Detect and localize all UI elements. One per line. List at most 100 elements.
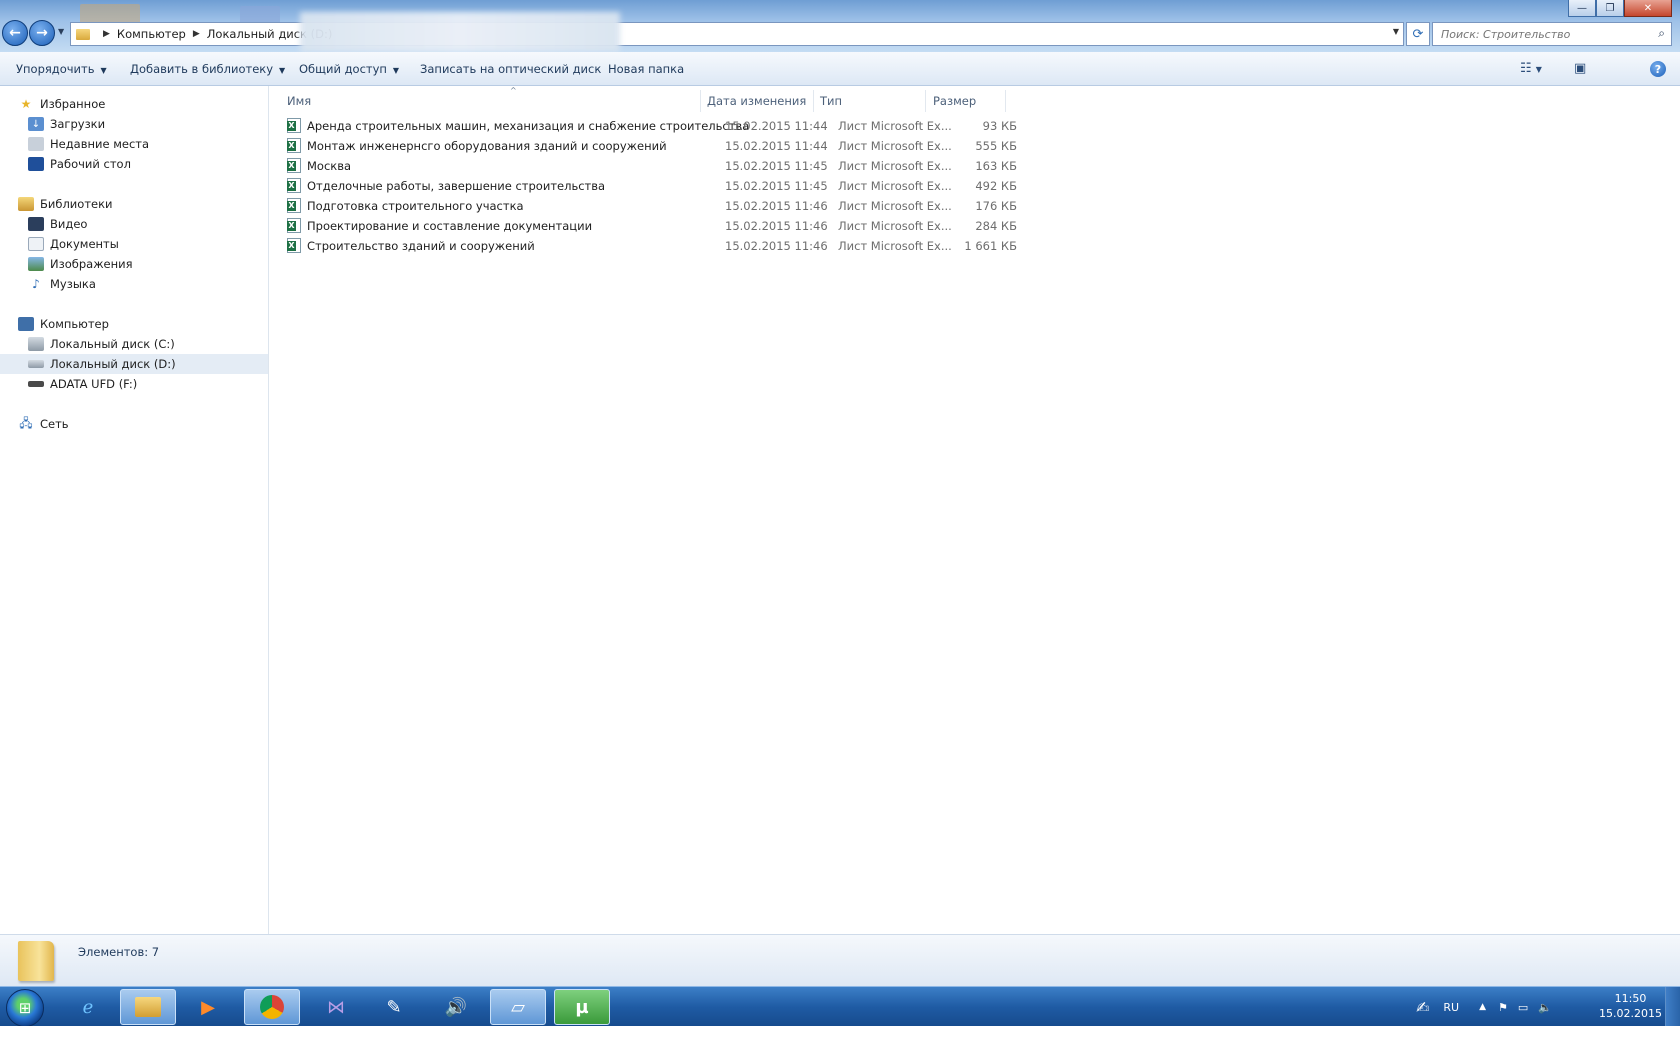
chevron-down-icon[interactable]: ▼: [1393, 27, 1399, 36]
visual-studio-icon[interactable]: ⋈: [308, 989, 364, 1025]
sidebar-favorites[interactable]: ★ Избранное: [18, 94, 106, 114]
add-to-library-button[interactable]: Добавить в библиотеку ▼: [130, 62, 285, 76]
network-icon: 🖧: [19, 415, 33, 430]
file-name: Отделочные работы, завершение строительс…: [307, 179, 606, 193]
file-name: Москва: [307, 159, 352, 173]
file-row[interactable]: Монтаж инженернсго оборудования зданий и…: [287, 136, 1087, 156]
close-button[interactable]: ✕: [1624, 0, 1672, 17]
organize-button[interactable]: Упорядочить ▼: [16, 62, 107, 76]
folder-icon: [18, 941, 54, 981]
sidebar-network[interactable]: 🖧 Сеть: [18, 414, 69, 434]
sidebar-item-disk-d[interactable]: Локальный диск (D:): [0, 354, 268, 374]
column-divider[interactable]: [925, 90, 926, 112]
pen-input-icon[interactable]: ✍: [1416, 998, 1429, 1017]
column-header-size[interactable]: Размер: [933, 90, 976, 112]
pictures-icon: [28, 257, 44, 271]
help-button[interactable]: ?: [1650, 61, 1666, 77]
start-button[interactable]: ⊞: [6, 989, 44, 1027]
sidebar-item-recent-places[interactable]: Недавние места: [28, 134, 149, 154]
sidebar-libraries[interactable]: Библиотеки: [18, 194, 113, 214]
file-type: Лист Microsoft Ex...: [838, 119, 952, 133]
utorrent-icon[interactable]: µ: [554, 989, 610, 1025]
chevron-right-icon[interactable]: ▶: [103, 29, 110, 39]
downloads-icon: ↓: [28, 117, 44, 131]
action-center-icon[interactable]: ⚑: [1498, 1001, 1508, 1014]
notepad-icon[interactable]: ✎: [366, 989, 422, 1025]
column-header-type[interactable]: Тип: [820, 90, 842, 112]
sidebar-computer[interactable]: Компьютер: [18, 314, 109, 334]
share-label: Общий доступ: [299, 62, 387, 76]
search-input[interactable]: [1439, 26, 1653, 42]
file-date: 15.02.2015 11:46: [725, 239, 828, 253]
chrome-icon[interactable]: [244, 989, 300, 1025]
app-icon[interactable]: ▱: [490, 989, 546, 1025]
column-divider[interactable]: [700, 90, 701, 112]
language-indicator[interactable]: RU: [1443, 1001, 1459, 1014]
excel-file-icon: [287, 238, 301, 253]
file-row[interactable]: Проектирование и составление документаци…: [287, 216, 1087, 236]
excel-file-icon: [287, 138, 301, 153]
internet-explorer-icon[interactable]: ℯ: [60, 989, 116, 1025]
usb-drive-icon: [28, 381, 44, 387]
sidebar-item-music[interactable]: ♪ Музыка: [28, 274, 96, 294]
maximize-button[interactable]: ❐: [1596, 0, 1624, 17]
sidebar-item-downloads[interactable]: ↓ Загрузки: [28, 114, 105, 134]
file-row[interactable]: Строительство зданий и сооружений 15.02.…: [287, 236, 1087, 256]
sidebar-item-label: Видео: [50, 217, 88, 231]
sidebar-item-label: Изображения: [50, 257, 133, 271]
minimize-button[interactable]: —: [1568, 0, 1596, 17]
column-header-date[interactable]: Дата изменения: [707, 90, 806, 112]
file-name: Аренда строительных машин, механизация и…: [307, 119, 750, 133]
search-icon[interactable]: ⌕: [1658, 26, 1665, 41]
file-date: 15.02.2015 11:44: [725, 119, 828, 133]
file-row[interactable]: Подготовка строительного участка 15.02.2…: [287, 196, 1087, 216]
clock-date: 15.02.2015: [1599, 1007, 1662, 1020]
file-row[interactable]: Отделочные работы, завершение строительс…: [287, 176, 1087, 196]
share-button[interactable]: Общий доступ ▼: [299, 62, 399, 76]
search-box[interactable]: ⌕: [1432, 22, 1672, 46]
file-size: 492 КБ: [975, 179, 1017, 193]
explorer-icon[interactable]: [120, 989, 176, 1025]
file-type: Лист Microsoft Ex...: [838, 139, 952, 153]
recent-pages-dropdown[interactable]: ▼: [58, 27, 64, 36]
organize-label: Упорядочить: [16, 62, 95, 76]
column-header-name[interactable]: Имя: [287, 90, 311, 112]
excel-file-icon: [287, 178, 301, 193]
hard-drive-icon: [28, 337, 44, 351]
sidebar-item-video[interactable]: Видео: [28, 214, 87, 234]
chevron-right-icon[interactable]: ▶: [193, 29, 200, 39]
file-row[interactable]: Москва 15.02.2015 11:45 Лист Microsoft E…: [287, 156, 1087, 176]
excel-file-icon: [287, 218, 301, 233]
media-player-icon[interactable]: ▶: [180, 989, 236, 1025]
clock[interactable]: 11:50 15.02.2015: [1599, 991, 1662, 1021]
show-hidden-icons-icon[interactable]: ▲: [1479, 1002, 1486, 1012]
forward-button[interactable]: →: [29, 20, 55, 46]
column-divider[interactable]: [813, 90, 814, 112]
sidebar-network-label: Сеть: [40, 417, 69, 431]
address-bar[interactable]: ▶ Компьютер ▶ Локальный диск (D:) ▼: [70, 22, 1404, 46]
sidebar-item-desktop[interactable]: Рабочий стол: [28, 154, 131, 174]
sidebar-favorites-label: Избранное: [40, 97, 106, 111]
show-desktop-button[interactable]: [1665, 987, 1680, 1027]
back-button[interactable]: ←: [2, 20, 28, 46]
view-options-button[interactable]: ☷ ▼: [1520, 61, 1542, 76]
sidebar-item-disk-c[interactable]: Локальный диск (C:): [28, 334, 175, 354]
preview-pane-button[interactable]: ▣: [1574, 61, 1586, 76]
network-status-icon[interactable]: ▭: [1518, 1001, 1528, 1014]
file-type: Лист Microsoft Ex...: [838, 239, 952, 253]
new-folder-button[interactable]: Новая папка: [608, 62, 684, 76]
chevron-down-icon: ▼: [392, 66, 400, 75]
sidebar-libraries-label: Библиотеки: [40, 197, 113, 211]
breadcrumb-computer[interactable]: Компьютер: [117, 27, 186, 41]
burn-button[interactable]: Записать на оптический диск: [420, 62, 601, 76]
sidebar-item-documents[interactable]: Документы: [28, 234, 119, 254]
refresh-button[interactable]: ⟳: [1406, 22, 1430, 46]
file-row[interactable]: Аренда строительных машин, механизация и…: [287, 116, 1087, 136]
sidebar-item-pictures[interactable]: Изображения: [28, 254, 133, 274]
volume-icon[interactable]: 🔈: [1538, 1001, 1552, 1014]
chevron-down-icon: ▼: [100, 66, 107, 75]
sidebar-item-usb-f[interactable]: ADATA UFD (F:): [28, 374, 137, 394]
details-pane: Элементов: 7: [0, 934, 1680, 987]
audio-app-icon[interactable]: 🔊: [428, 989, 484, 1025]
column-divider[interactable]: [1005, 90, 1006, 112]
